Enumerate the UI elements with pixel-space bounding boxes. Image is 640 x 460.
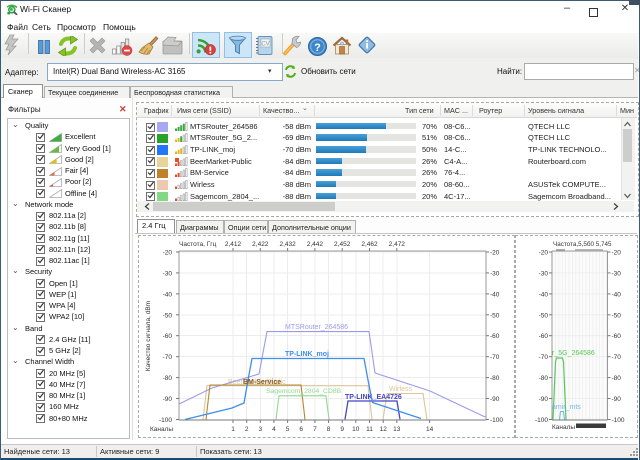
svg-text:7: 7 <box>313 426 317 433</box>
svg-text:Качество сигнала, dBm: Качество сигнала, dBm <box>145 301 152 371</box>
svg-text:-80: -80 <box>490 375 500 382</box>
svg-text:-20: -20 <box>539 250 549 257</box>
svg-text:-50: -50 <box>490 312 500 319</box>
svg-text:2,432: 2,432 <box>279 241 296 248</box>
svg-text:-20: -20 <box>163 250 173 257</box>
svg-text:-60: -60 <box>490 333 500 340</box>
svg-text:-90: -90 <box>163 396 173 403</box>
svg-text:10: 10 <box>352 426 360 433</box>
svg-text:12: 12 <box>380 426 388 433</box>
svg-text:Wirless: Wirless <box>389 386 412 393</box>
svg-text:2,422: 2,422 <box>252 241 269 248</box>
svg-text:-60: -60 <box>163 333 173 340</box>
svg-text:-80: -80 <box>612 375 622 382</box>
svg-text:9: 9 <box>340 426 344 433</box>
svg-text:-40: -40 <box>490 291 500 298</box>
svg-text:-40: -40 <box>539 291 549 298</box>
svg-text:2,412: 2,412 <box>225 241 242 248</box>
svg-text:-50: -50 <box>163 312 173 319</box>
svg-text:-100: -100 <box>612 417 625 424</box>
svg-text:-100: -100 <box>159 417 172 424</box>
svg-text:TP-LINK_EA4726: TP-LINK_EA4726 <box>345 394 402 401</box>
svg-text:Каналы: Каналы <box>552 424 575 431</box>
svg-text:11: 11 <box>366 426 373 433</box>
svg-text:BM-Service: BM-Service <box>243 379 281 386</box>
svg-text:-60: -60 <box>612 333 622 340</box>
svg-text:-50: -50 <box>539 312 549 319</box>
svg-text:-70: -70 <box>163 354 173 361</box>
svg-text:1: 1 <box>231 426 235 433</box>
svg-text:5: 5 <box>286 426 290 433</box>
svg-text:-50: -50 <box>612 312 622 319</box>
svg-text:-70: -70 <box>490 354 500 361</box>
svg-text:MTSRouter_264586: MTSRouter_264586 <box>285 324 348 331</box>
svg-text:Sagemcom_2804_CD8B: Sagemcom_2804_CD8B <box>266 388 342 395</box>
svg-text:2,462: 2,462 <box>361 241 378 248</box>
svg-text:13: 13 <box>393 426 401 433</box>
svg-text:-40: -40 <box>612 291 622 298</box>
svg-text:Каналы: Каналы <box>150 426 173 433</box>
svg-text:-90: -90 <box>539 396 549 403</box>
svg-text:TP-LINK_moj: TP-LINK_moj <box>285 351 329 358</box>
svg-text:2: 2 <box>245 426 249 433</box>
svg-text:2,442: 2,442 <box>307 241 324 248</box>
svg-text:amir_mts: amir_mts <box>552 404 581 411</box>
svg-text:-60: -60 <box>539 333 549 340</box>
svg-text:3: 3 <box>258 426 262 433</box>
svg-text:-100: -100 <box>535 417 548 424</box>
svg-text:-80: -80 <box>163 375 173 382</box>
svg-text:-30: -30 <box>539 270 549 277</box>
svg-text:Частота,5,5б0 5,745: Частота,5,5б0 5,745 <box>553 240 612 248</box>
svg-text:-90: -90 <box>490 396 500 403</box>
svg-text:-70: -70 <box>539 354 549 361</box>
svg-text:CV: CV <box>261 42 269 48</box>
svg-text:-90: -90 <box>612 396 622 403</box>
svg-text:-30: -30 <box>490 270 500 277</box>
svg-text:-40: -40 <box>163 291 173 298</box>
svg-text:-80: -80 <box>539 375 549 382</box>
svg-text:2,452: 2,452 <box>334 241 351 248</box>
svg-text:14: 14 <box>426 426 434 433</box>
svg-text:?: ? <box>314 42 321 54</box>
svg-text:-70: -70 <box>612 354 622 361</box>
svg-text:6: 6 <box>299 426 303 433</box>
svg-text:r_5G_264586: r_5G_264586 <box>552 350 595 357</box>
svg-text:4: 4 <box>272 426 276 433</box>
svg-text:8: 8 <box>327 426 331 433</box>
svg-text:-30: -30 <box>163 270 173 277</box>
svg-text:-100: -100 <box>490 417 503 424</box>
svg-text:-20: -20 <box>490 250 500 257</box>
svg-text:Частота, Ггц: Частота, Ггц <box>179 241 217 248</box>
svg-text:2,472: 2,472 <box>389 241 406 248</box>
svg-text:-20: -20 <box>612 250 622 257</box>
svg-text:-30: -30 <box>612 270 622 277</box>
